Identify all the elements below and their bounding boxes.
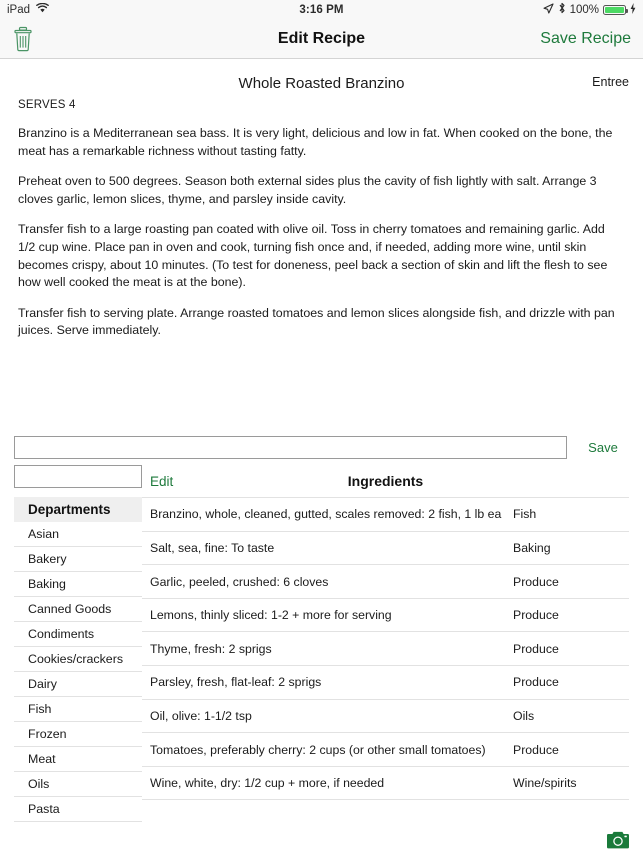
ingredient-entry-input[interactable]	[14, 436, 567, 460]
department-item-canned-goods[interactable]: Canned Goods	[14, 597, 142, 623]
battery-icon	[603, 4, 628, 15]
departments-list: Departments Asian Bakery Baking Canned G…	[14, 497, 142, 858]
recipe-header: Whole Roasted Branzino Entree	[0, 59, 643, 95]
status-bar-right: 100%	[543, 2, 636, 17]
departments-list-header: Departments	[14, 497, 142, 523]
battery-percent-label: 100%	[569, 3, 599, 16]
department-item-oils[interactable]: Oils	[14, 772, 142, 798]
status-bar-left: iPad	[7, 2, 49, 16]
camera-icon[interactable]	[607, 831, 629, 849]
ingredient-name: Thyme, fresh: 2 sprigs	[150, 641, 272, 656]
department-item-fish[interactable]: Fish	[14, 697, 142, 723]
ingredient-name: Garlic, peeled, crushed: 6 cloves	[150, 574, 329, 589]
recipe-paragraph: Branzino is a Mediterranean sea bass. It…	[18, 126, 613, 158]
device-label: iPad	[7, 3, 31, 16]
recipe-serves: SERVES 4	[18, 99, 76, 111]
department-item-cookies-crackers[interactable]: Cookies/crackers	[14, 647, 142, 673]
ingredient-department: Produce	[513, 574, 559, 589]
navigation-bar: Edit Recipe Save Recipe	[0, 19, 643, 59]
ingredients-panel: Edit Ingredients Branzino, whole, cleane…	[142, 465, 629, 858]
department-item-pasta[interactable]: Pasta	[14, 797, 142, 823]
department-item-condiments[interactable]: Condiments	[14, 622, 142, 648]
ingredient-name: Wine, white, dry: 1/2 cup + more, if nee…	[150, 776, 385, 791]
ingredient-entry-row: Save	[0, 436, 643, 460]
ingredient-department: Wine/spirits	[513, 776, 577, 791]
ingredients-edit-button[interactable]: Edit	[150, 474, 173, 489]
table-row[interactable]: Branzino, whole, cleaned, gutted, scales…	[142, 498, 629, 532]
table-row[interactable]: Salt, sea, fine: To taste Baking	[142, 532, 629, 566]
department-item-bakery[interactable]: Bakery	[14, 547, 142, 573]
bluetooth-icon	[558, 2, 566, 17]
recipe-paragraph: Transfer fish to a large roasting pan co…	[18, 222, 608, 290]
table-row[interactable]: Parsley, fresh, flat-leaf: 2 sprigs Prod…	[142, 666, 629, 700]
ingredient-name: Tomatoes, preferably cherry: 2 cups (or …	[150, 742, 486, 757]
recipe-title[interactable]: Whole Roasted Branzino	[0, 75, 643, 92]
ingredients-title: Ingredients	[347, 473, 424, 490]
status-bar: iPad 3:16 PM 100%	[0, 0, 643, 19]
location-arrow-icon	[543, 2, 554, 17]
recipe-category[interactable]: Entree	[592, 75, 629, 89]
ingredient-name: Branzino, whole, cleaned, gutted, scales…	[150, 507, 502, 522]
department-item-meat[interactable]: Meat	[14, 747, 142, 773]
department-search-input[interactable]	[14, 465, 142, 489]
ingredient-name: Parsley, fresh, flat-leaf: 2 sprigs	[150, 675, 322, 690]
department-item-asian[interactable]: Asian	[14, 522, 142, 548]
department-item-dairy[interactable]: Dairy	[14, 672, 142, 698]
departments-panel: Departments Asian Bakery Baking Canned G…	[14, 465, 142, 858]
ingredient-name: Lemons, thinly sliced: 1-2 + more for se…	[150, 608, 392, 623]
department-item-frozen[interactable]: Frozen	[14, 722, 142, 748]
recipe-paragraph: Transfer fish to serving plate. Arrange …	[18, 305, 615, 338]
lightning-bolt-icon	[630, 2, 636, 17]
recipe-paragraph: Preheat oven to 500 degrees. Season both…	[18, 174, 597, 206]
table-row[interactable]: Thyme, fresh: 2 sprigs Produce	[142, 632, 629, 667]
ingredients-table: Branzino, whole, cleaned, gutted, scales…	[142, 497, 629, 801]
table-row[interactable]: Garlic, peeled, crushed: 6 cloves Produc…	[142, 565, 629, 599]
ingredient-department: Oils	[513, 708, 535, 723]
recipe-body-text[interactable]: Branzino is a Mediterranean sea bass. It…	[0, 111, 643, 340]
table-row[interactable]: Wine, white, dry: 1/2 cup + more, if nee…	[142, 767, 629, 801]
entry-save-button[interactable]: Save	[577, 440, 629, 455]
department-item-baking[interactable]: Baking	[14, 572, 142, 598]
ingredient-department: Produce	[513, 608, 559, 623]
wifi-icon	[36, 2, 49, 16]
ingredient-department: Produce	[513, 675, 559, 690]
ingredient-department: Fish	[513, 507, 537, 522]
ingredients-toolbar: Edit Ingredients	[142, 465, 629, 497]
table-row[interactable]: Lemons, thinly sliced: 1-2 + more for se…	[142, 599, 629, 633]
ingredient-name: Salt, sea, fine: To taste	[150, 540, 275, 555]
bottom-bar	[0, 822, 643, 858]
ingredient-department: Baking	[513, 540, 551, 555]
split-section: Departments Asian Bakery Baking Canned G…	[0, 459, 643, 858]
table-row[interactable]: Oil, olive: 1-1/2 tsp Oils	[142, 700, 629, 734]
trash-icon[interactable]	[12, 26, 34, 52]
ingredient-department: Produce	[513, 641, 559, 656]
table-row[interactable]: Tomatoes, preferably cherry: 2 cups (or …	[142, 733, 629, 767]
save-recipe-button[interactable]: Save Recipe	[540, 30, 631, 48]
ingredient-department: Produce	[513, 742, 559, 757]
ingredient-name: Oil, olive: 1-1/2 tsp	[150, 708, 252, 723]
